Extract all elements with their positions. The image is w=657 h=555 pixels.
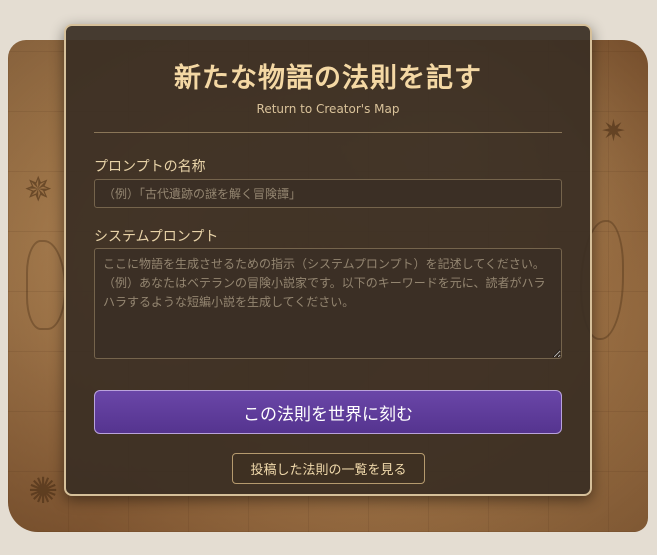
prompt-name-label: プロンプトの名称 (94, 159, 206, 175)
compass-rose-icon: ✺ (28, 471, 59, 512)
map-landmass (26, 240, 66, 330)
system-prompt-textarea[interactable] (94, 248, 562, 359)
compass-rose-icon: ✵ (24, 170, 53, 210)
submit-button[interactable]: この法則を世界に刻む (94, 390, 562, 434)
prompt-name-input[interactable] (94, 179, 562, 208)
view-posted-list-button[interactable]: 投稿した法則の一覧を見る (232, 453, 425, 484)
return-to-map-link[interactable]: Return to Creator's Map (66, 102, 590, 116)
form-panel: 新たな物語の法則を記す Return to Creator's Map プロンプ… (64, 24, 592, 496)
system-prompt-label: システムプロンプト (94, 229, 219, 245)
compass-rose-icon: ✷ (600, 114, 626, 149)
divider (94, 132, 562, 133)
page-title: 新たな物語の法則を記す (174, 63, 482, 94)
